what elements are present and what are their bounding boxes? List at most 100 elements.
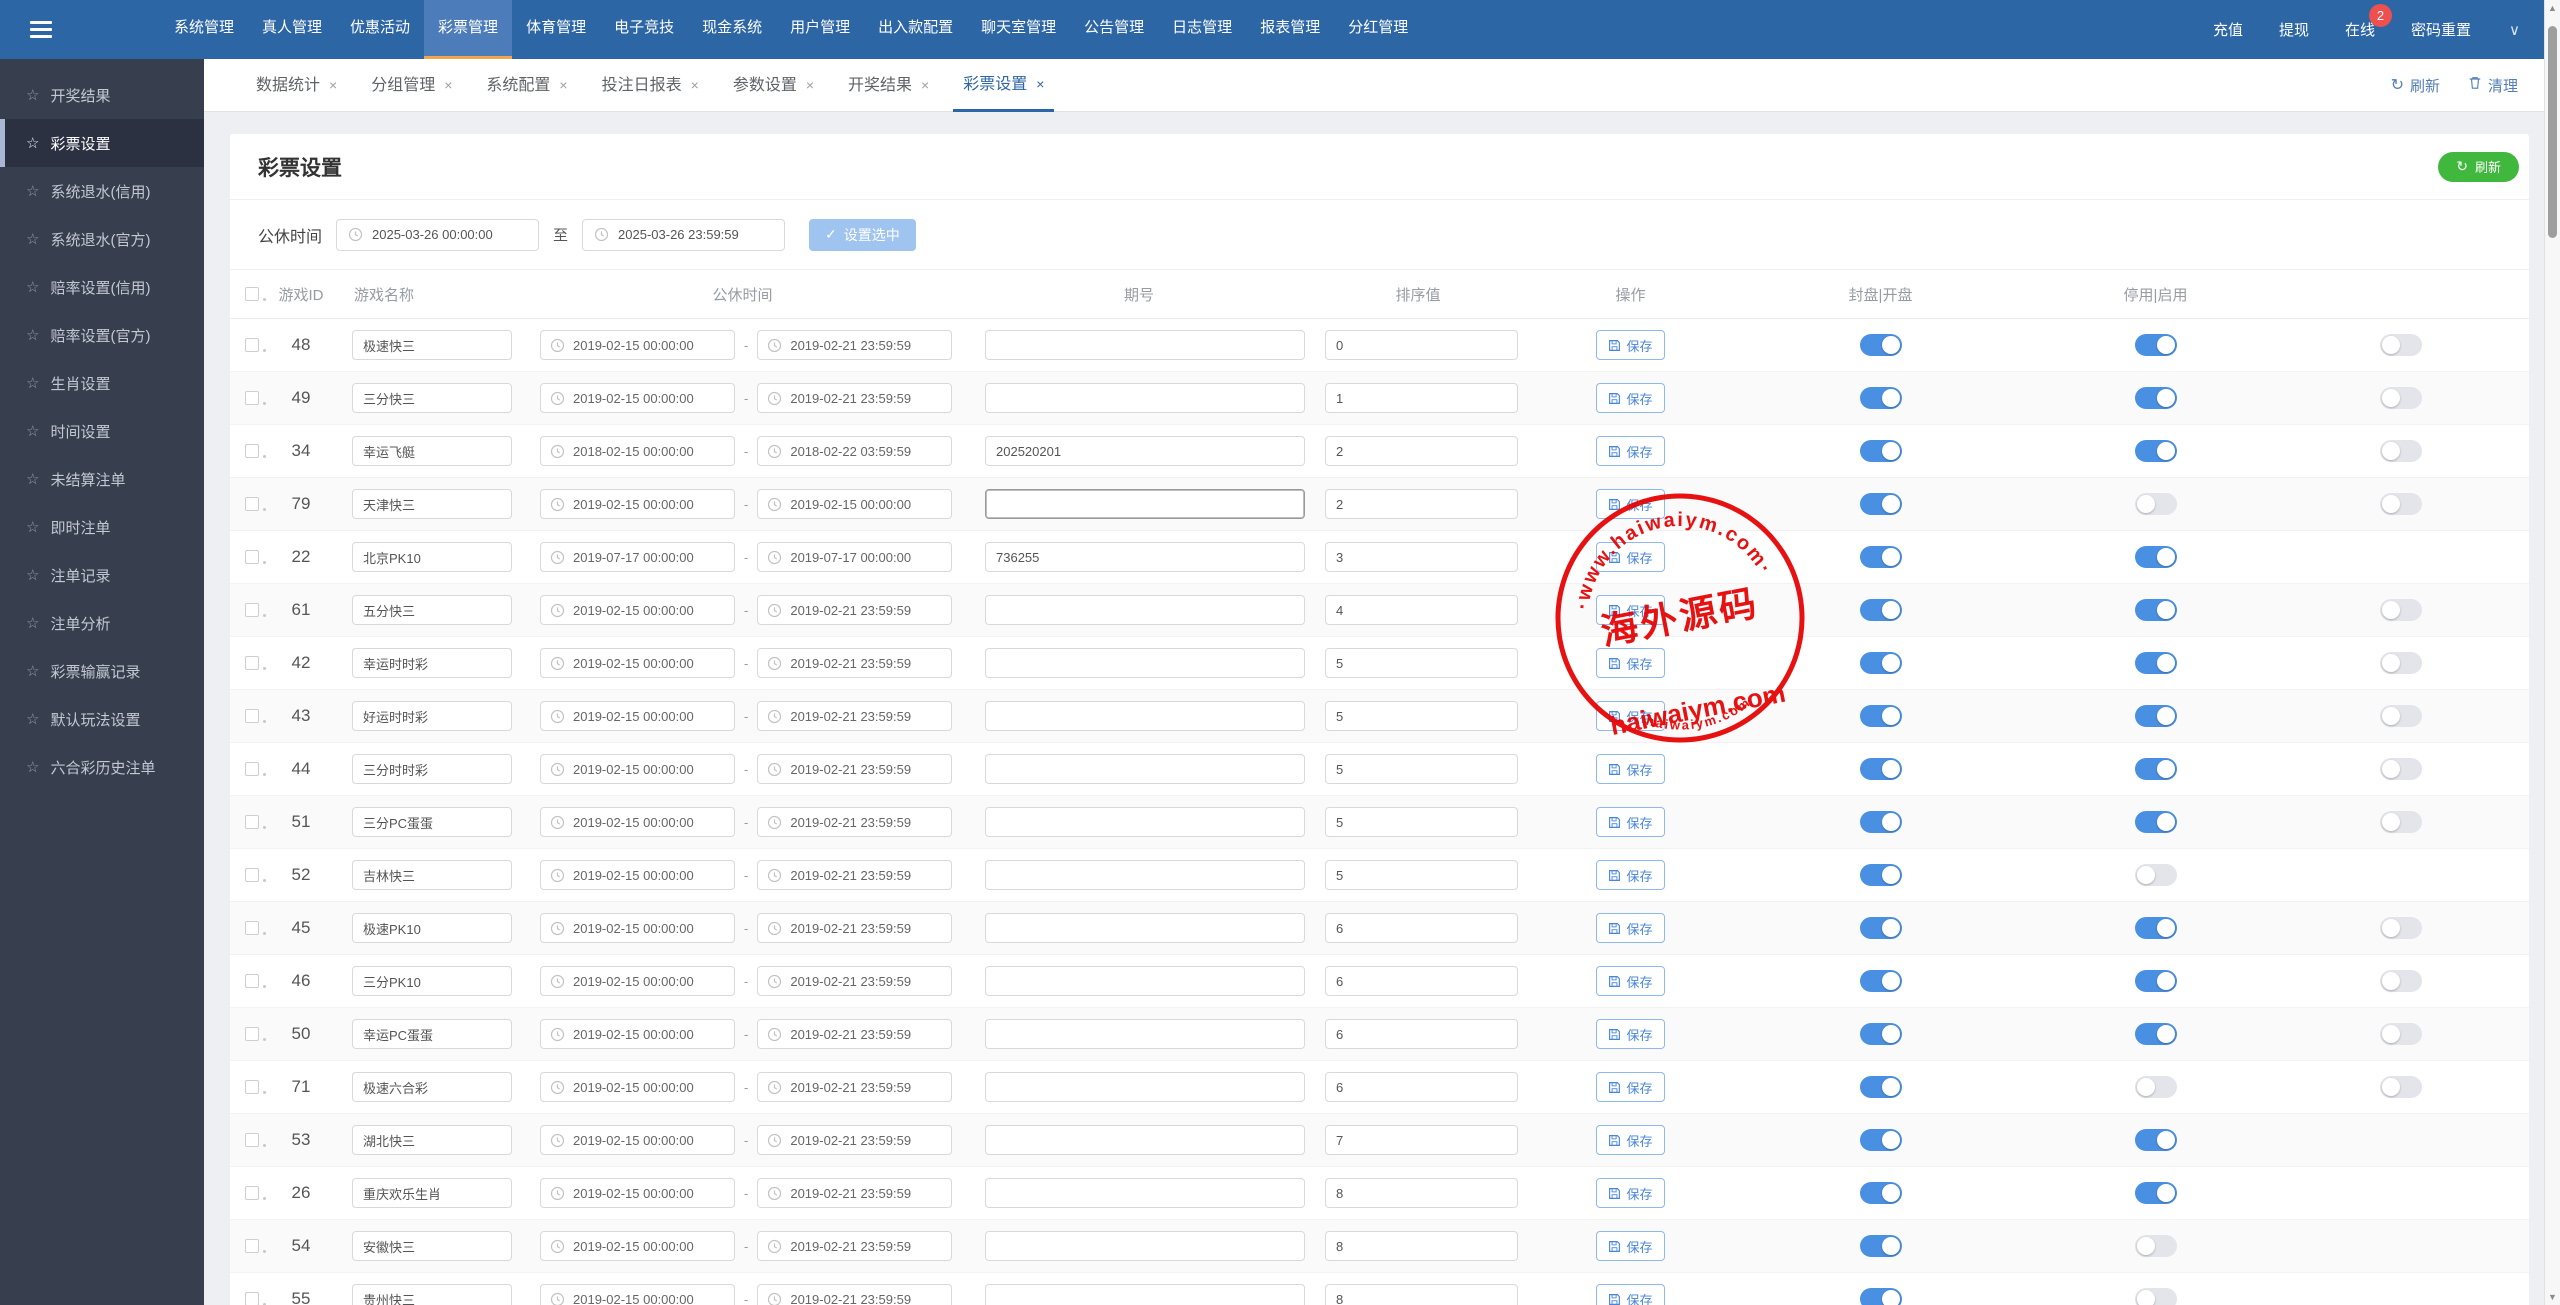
holiday-end-input[interactable]: 2019-02-21 23:59:59 — [757, 1125, 952, 1155]
sort-input[interactable] — [1325, 1178, 1518, 1208]
topnav-item[interactable]: 出入款配置 — [864, 0, 967, 59]
holiday-start-input[interactable]: 2019-07-17 00:00:00 — [540, 542, 735, 572]
sort-input[interactable] — [1325, 913, 1518, 943]
holiday-start-input[interactable]: 2019-02-15 00:00:00 — [540, 489, 735, 519]
tab-item[interactable]: 参数设置× — [723, 59, 824, 112]
seal-open-toggle[interactable] — [1860, 1023, 1902, 1045]
sort-input[interactable] — [1325, 1284, 1518, 1305]
sort-input[interactable] — [1325, 1231, 1518, 1261]
sidebar-item[interactable]: ☆注单记录 — [0, 551, 204, 599]
save-button[interactable]: 保存 — [1596, 1231, 1664, 1261]
topnav-item[interactable]: 真人管理 — [248, 0, 336, 59]
sidebar-item[interactable]: ☆开奖结果 — [0, 71, 204, 119]
holiday-to-input[interactable]: 2025-03-26 23:59:59 — [582, 219, 785, 251]
seal-open-toggle[interactable] — [1860, 705, 1902, 727]
seal-open-toggle[interactable] — [1860, 1076, 1902, 1098]
topnav-item[interactable]: 优惠活动 — [336, 0, 424, 59]
game-name-input[interactable] — [352, 383, 512, 413]
row-checkbox[interactable] — [245, 550, 259, 564]
game-name-input[interactable] — [352, 436, 512, 466]
save-button[interactable]: 保存 — [1596, 860, 1664, 890]
sort-input[interactable] — [1325, 966, 1518, 996]
save-button[interactable]: 保存 — [1596, 807, 1664, 837]
holiday-end-input[interactable]: 2019-02-21 23:59:59 — [757, 648, 952, 678]
select-all-checkbox[interactable] — [245, 287, 259, 301]
holiday-start-input[interactable]: 2019-02-15 00:00:00 — [540, 1125, 735, 1155]
extra-toggle[interactable] — [2380, 387, 2422, 409]
save-button[interactable]: 保存 — [1596, 595, 1664, 625]
game-name-input[interactable] — [352, 648, 512, 678]
game-name-input[interactable] — [352, 701, 512, 731]
issue-input[interactable] — [985, 807, 1305, 837]
scroll-down-icon[interactable]: ▼ — [2545, 1292, 2560, 1302]
row-checkbox[interactable] — [245, 656, 259, 670]
disable-enable-toggle[interactable] — [2135, 758, 2177, 780]
seal-open-toggle[interactable] — [1860, 1235, 1902, 1257]
tab-close-icon[interactable]: × — [444, 77, 452, 93]
vertical-scrollbar[interactable]: ▲ ▼ — [2544, 0, 2560, 1305]
topnav-item[interactable]: 分红管理 — [1334, 0, 1422, 59]
row-checkbox[interactable] — [245, 921, 259, 935]
game-name-input[interactable] — [352, 1178, 512, 1208]
sidebar-item[interactable]: ☆时间设置 — [0, 407, 204, 455]
save-button[interactable]: 保存 — [1596, 330, 1664, 360]
row-checkbox[interactable] — [245, 974, 259, 988]
row-checkbox[interactable] — [245, 1080, 259, 1094]
issue-input[interactable] — [985, 330, 1305, 360]
holiday-end-input[interactable]: 2019-02-21 23:59:59 — [757, 383, 952, 413]
extra-toggle[interactable] — [2380, 811, 2422, 833]
save-button[interactable]: 保存 — [1596, 383, 1664, 413]
issue-input[interactable] — [985, 436, 1305, 466]
topnav-item[interactable]: 聊天室管理 — [967, 0, 1070, 59]
save-button[interactable]: 保存 — [1596, 1178, 1664, 1208]
disable-enable-toggle[interactable] — [2135, 1129, 2177, 1151]
holiday-start-input[interactable]: 2019-02-15 00:00:00 — [540, 860, 735, 890]
holiday-end-input[interactable]: 2019-02-21 23:59:59 — [757, 701, 952, 731]
row-checkbox[interactable] — [245, 497, 259, 511]
topnav-item[interactable]: 用户管理 — [776, 0, 864, 59]
topnav-item[interactable]: 彩票管理 — [424, 0, 512, 59]
sort-input[interactable] — [1325, 1072, 1518, 1102]
sidebar-item[interactable]: ☆系统退水(官方) — [0, 215, 204, 263]
disable-enable-toggle[interactable] — [2135, 1182, 2177, 1204]
sidebar-item[interactable]: ☆彩票设置 — [0, 119, 204, 167]
game-name-input[interactable] — [352, 595, 512, 625]
sort-input[interactable] — [1325, 595, 1518, 625]
chevron-down-icon[interactable]: ∨ — [2509, 21, 2520, 39]
tab-item[interactable]: 开奖结果× — [838, 59, 939, 112]
issue-input[interactable] — [985, 860, 1305, 890]
tab-close-icon[interactable]: × — [921, 77, 929, 93]
sort-input[interactable] — [1325, 436, 1518, 466]
holiday-end-input[interactable]: 2019-02-21 23:59:59 — [757, 1072, 952, 1102]
disable-enable-toggle[interactable] — [2135, 493, 2177, 515]
row-checkbox[interactable] — [245, 1027, 259, 1041]
issue-input[interactable] — [985, 1072, 1305, 1102]
issue-input[interactable] — [985, 754, 1305, 784]
game-name-input[interactable] — [352, 1231, 512, 1261]
tab-close-icon[interactable]: × — [559, 77, 567, 93]
row-checkbox[interactable] — [245, 391, 259, 405]
holiday-end-input[interactable]: 2019-02-15 00:00:00 — [757, 489, 952, 519]
topnav-item[interactable]: 公告管理 — [1070, 0, 1158, 59]
seal-open-toggle[interactable] — [1860, 864, 1902, 886]
disable-enable-toggle[interactable] — [2135, 652, 2177, 674]
holiday-end-input[interactable]: 2019-07-17 00:00:00 — [757, 542, 952, 572]
save-button[interactable]: 保存 — [1596, 1125, 1664, 1155]
issue-input[interactable] — [985, 648, 1305, 678]
sort-input[interactable] — [1325, 542, 1518, 572]
topnav-item[interactable]: 系统管理 — [160, 0, 248, 59]
holiday-start-input[interactable]: 2018-02-15 00:00:00 — [540, 436, 735, 466]
holiday-end-input[interactable]: 2018-02-22 03:59:59 — [757, 436, 952, 466]
disable-enable-toggle[interactable] — [2135, 334, 2177, 356]
disable-enable-toggle[interactable] — [2135, 811, 2177, 833]
tab-item[interactable]: 分组管理× — [361, 59, 462, 112]
game-name-input[interactable] — [352, 330, 512, 360]
issue-input[interactable] — [985, 1019, 1305, 1049]
save-button[interactable]: 保存 — [1596, 436, 1664, 466]
refresh-button[interactable]: ↻ 刷新 — [2438, 152, 2519, 182]
issue-input[interactable] — [985, 542, 1305, 572]
issue-input[interactable] — [985, 383, 1305, 413]
holiday-end-input[interactable]: 2019-02-21 23:59:59 — [757, 754, 952, 784]
holiday-start-input[interactable]: 2019-02-15 00:00:00 — [540, 1072, 735, 1102]
row-checkbox[interactable] — [245, 1186, 259, 1200]
